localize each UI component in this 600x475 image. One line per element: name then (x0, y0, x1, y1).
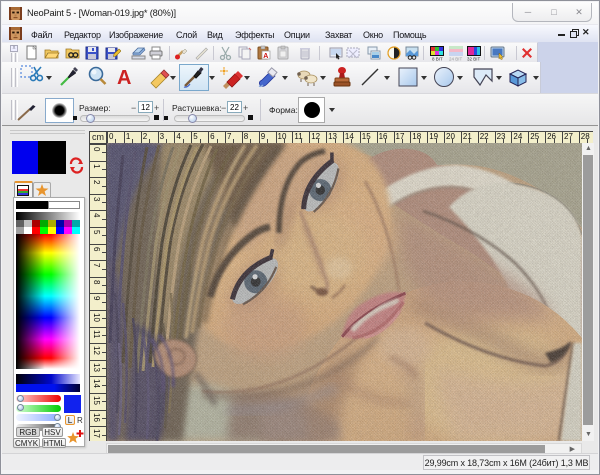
svg-text:32 BIT: 32 BIT (467, 57, 481, 62)
svg-text:A: A (117, 67, 131, 89)
svg-text:24 BIT: 24 BIT (449, 57, 463, 62)
svg-text:8 BIT: 8 BIT (432, 57, 443, 62)
svg-text:A: A (263, 53, 268, 60)
